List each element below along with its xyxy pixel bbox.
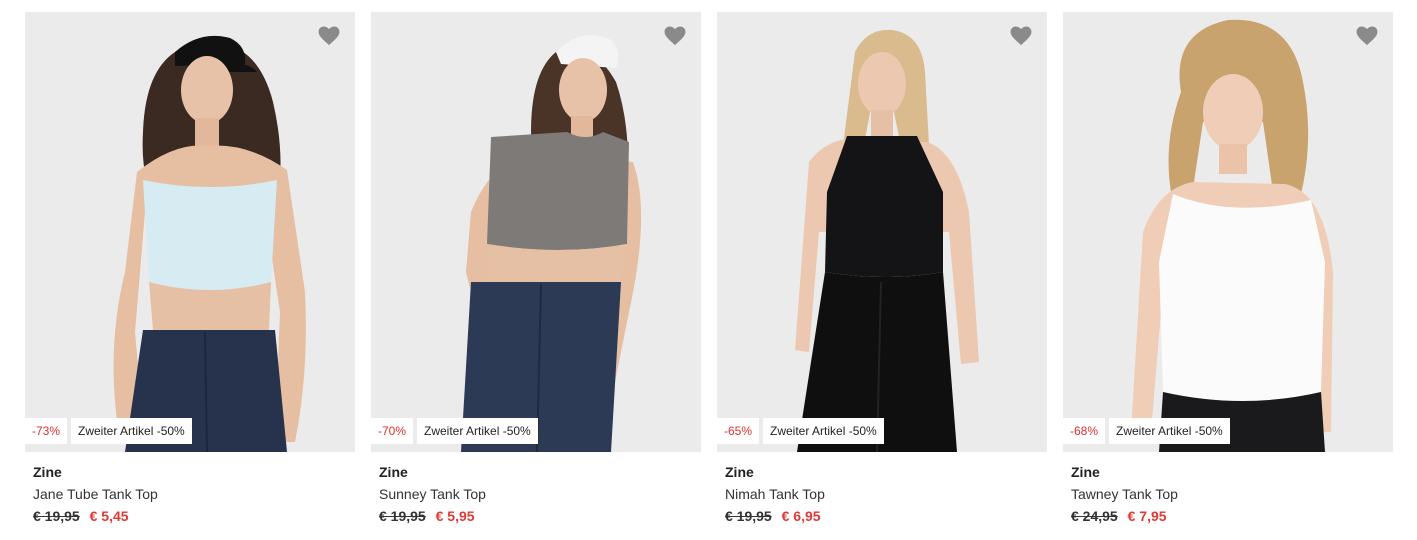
product-name-link[interactable]: Tawney Tank Top — [1071, 485, 1385, 503]
old-price: € 19,95 — [725, 508, 772, 524]
sale-price: € 5,45 — [89, 508, 129, 524]
discount-badge: -65% — [717, 418, 760, 444]
product-info: Zine Jane Tube Tank Top € 19,95 € 5,45 — [25, 463, 355, 525]
sale-price: € 6,95 — [781, 508, 821, 524]
promo-badge: Zweiter Artikel -50% — [763, 418, 884, 444]
badge-row: -70% Zweiter Artikel -50% — [371, 418, 538, 444]
badge-row: -73% Zweiter Artikel -50% — [25, 418, 192, 444]
sale-price: € 7,95 — [1127, 508, 1167, 524]
product-name-link[interactable]: Nimah Tank Top — [725, 485, 1039, 503]
heart-icon[interactable] — [1356, 26, 1378, 46]
product-brand: Zine — [379, 464, 408, 480]
sale-price: € 5,95 — [435, 508, 475, 524]
badge-row: -68% Zweiter Artikel -50% — [1063, 418, 1230, 444]
product-card[interactable]: -73% Zweiter Artikel -50% Zine Jane Tube… — [25, 12, 355, 525]
product-card[interactable]: -65% Zweiter Artikel -50% Zine Nimah Tan… — [717, 12, 1047, 525]
product-info: Zine Tawney Tank Top € 24,95 € 7,95 — [1063, 463, 1393, 525]
product-info: Zine Sunney Tank Top € 19,95 € 5,95 — [371, 463, 701, 525]
product-photo-model — [1131, 19, 1333, 452]
product-photo-model — [795, 29, 979, 452]
product-image[interactable]: -73% Zweiter Artikel -50% — [25, 12, 355, 452]
price-row: € 19,95 € 5,45 — [33, 507, 347, 525]
product-card[interactable]: -68% Zweiter Artikel -50% Zine Tawney Ta… — [1063, 12, 1393, 525]
product-image[interactable]: -68% Zweiter Artikel -50% — [1063, 12, 1393, 452]
product-name-link[interactable]: Sunney Tank Top — [379, 485, 693, 503]
heart-icon[interactable] — [1010, 26, 1032, 46]
promo-badge: Zweiter Artikel -50% — [1109, 418, 1230, 444]
product-brand: Zine — [725, 464, 754, 480]
product-brand: Zine — [1071, 464, 1100, 480]
product-name-link[interactable]: Jane Tube Tank Top — [33, 485, 347, 503]
promo-badge: Zweiter Artikel -50% — [71, 418, 192, 444]
price-row: € 24,95 € 7,95 — [1071, 507, 1385, 525]
product-grid: -73% Zweiter Artikel -50% Zine Jane Tube… — [0, 0, 1417, 540]
old-price: € 19,95 — [33, 508, 80, 524]
old-price: € 19,95 — [379, 508, 426, 524]
discount-badge: -68% — [1063, 418, 1106, 444]
price-row: € 19,95 € 5,95 — [379, 507, 693, 525]
product-card[interactable]: -70% Zweiter Artikel -50% Zine Sunney Ta… — [371, 12, 701, 525]
product-image[interactable]: -70% Zweiter Artikel -50% — [371, 12, 701, 452]
product-photo-model — [461, 35, 642, 452]
product-photo-model — [113, 35, 306, 452]
product-image[interactable]: -65% Zweiter Artikel -50% — [717, 12, 1047, 452]
product-brand: Zine — [33, 464, 62, 480]
heart-icon[interactable] — [664, 26, 686, 46]
discount-badge: -73% — [25, 418, 68, 444]
promo-badge: Zweiter Artikel -50% — [417, 418, 538, 444]
old-price: € 24,95 — [1071, 508, 1118, 524]
price-row: € 19,95 € 6,95 — [725, 507, 1039, 525]
product-info: Zine Nimah Tank Top € 19,95 € 6,95 — [717, 463, 1047, 525]
heart-icon[interactable] — [318, 26, 340, 46]
badge-row: -65% Zweiter Artikel -50% — [717, 418, 884, 444]
discount-badge: -70% — [371, 418, 414, 444]
